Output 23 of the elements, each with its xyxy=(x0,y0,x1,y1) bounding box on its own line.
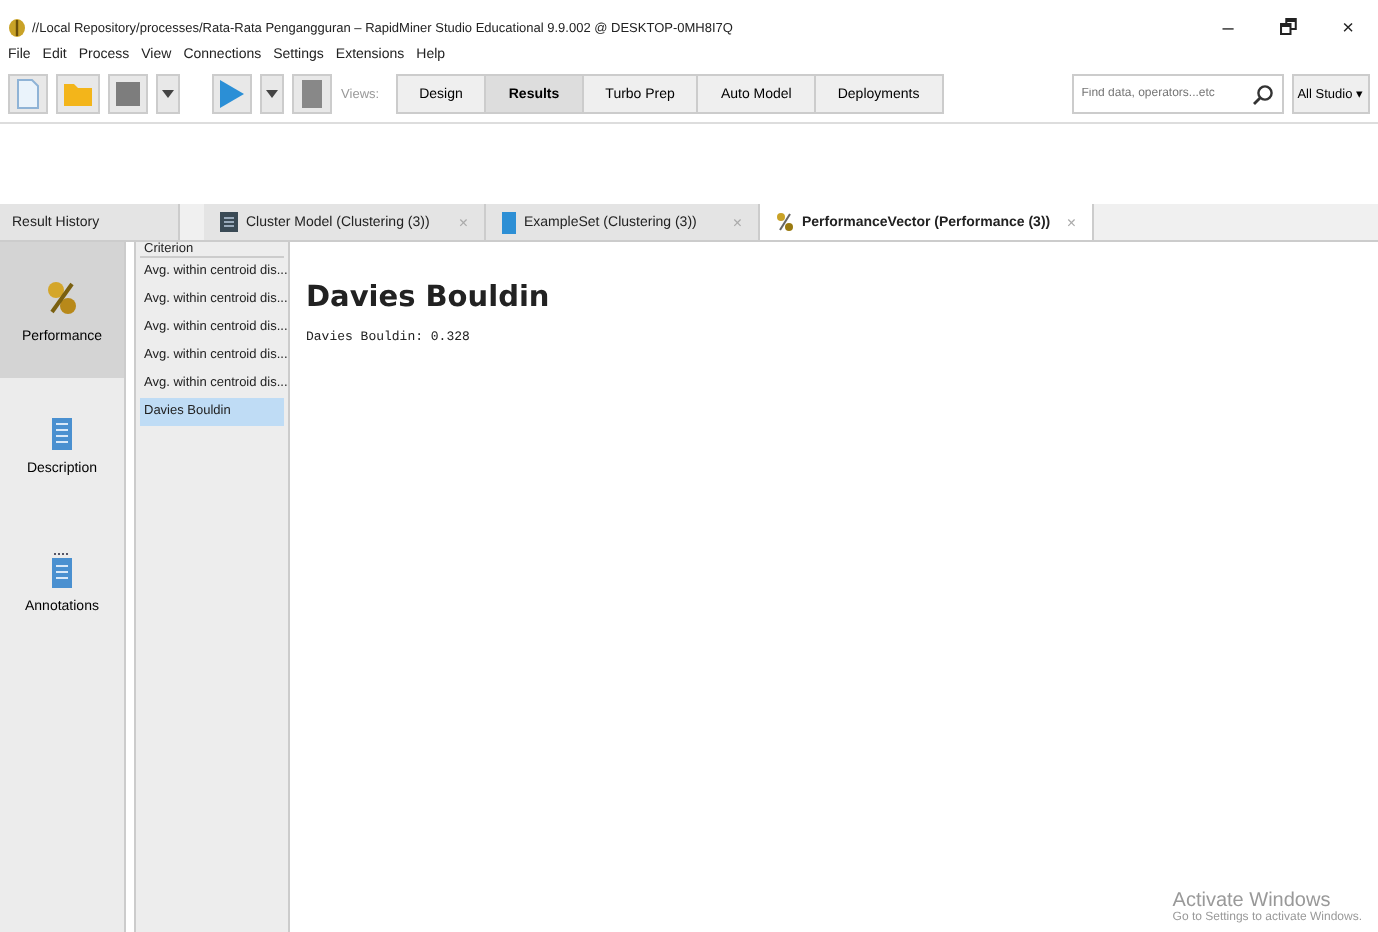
close-button[interactable]: × xyxy=(1318,12,1378,44)
search-icon xyxy=(1251,84,1274,106)
percent-icon xyxy=(46,277,78,317)
caret-icon xyxy=(162,90,174,98)
model-icon xyxy=(220,212,238,232)
dropdown-button[interactable] xyxy=(260,74,284,114)
dropdown-button[interactable] xyxy=(156,74,180,114)
square-icon xyxy=(114,80,142,108)
caret-icon xyxy=(266,90,278,98)
notepad-icon xyxy=(52,551,72,587)
minimize-button[interactable]: – xyxy=(1198,12,1258,44)
table-icon xyxy=(502,211,516,233)
app-logo-icon xyxy=(8,18,26,38)
stop-icon xyxy=(300,78,324,110)
new-file-button[interactable] xyxy=(8,74,48,114)
open-folder-button[interactable] xyxy=(56,74,100,114)
percent-icon xyxy=(776,212,794,232)
activation-title: Activate Windows xyxy=(1172,890,1331,912)
document-icon xyxy=(52,417,72,449)
result-heading: Davies Bouldin xyxy=(306,282,552,314)
save-button[interactable] xyxy=(108,74,148,114)
maximize-button[interactable]: 🗗 xyxy=(1258,12,1318,44)
folder-icon xyxy=(62,80,94,108)
